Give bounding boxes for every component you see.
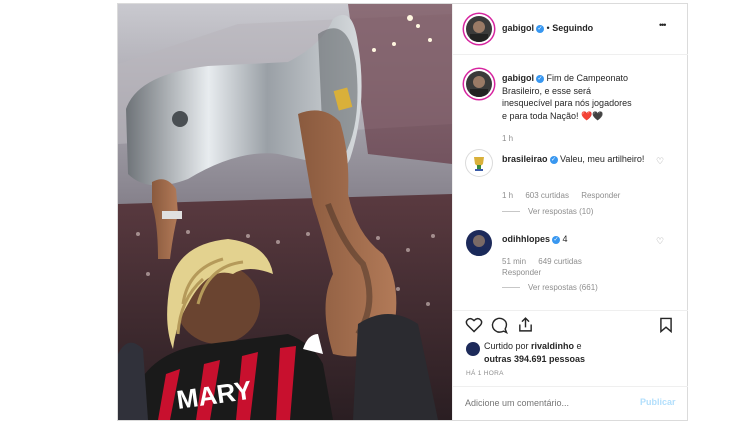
post-photo[interactable]: MARY [118, 4, 452, 420]
comment-2-reply-button[interactable]: Responder [502, 268, 541, 277]
verified-badge-icon: ✓ [536, 74, 544, 83]
instagram-post: MARY gabigol ✓ • Seguindo ••• gabigol ✓ F [117, 3, 688, 421]
more-options-icon[interactable]: ••• [659, 20, 667, 30]
divider-line [502, 211, 520, 213]
post-header: gabigol ✓ • Seguindo ••• [453, 4, 688, 55]
comment-2-likes[interactable]: 649 curtidas [538, 257, 582, 266]
comment-2-username[interactable]: odihhlopes [502, 234, 550, 244]
likes-summary[interactable]: Curtido por rivaldinho e outras 394.691 … [484, 340, 585, 365]
verified-badge-icon: ✓ [549, 155, 558, 164]
post-actions-bar [453, 310, 688, 339]
save-bookmark-icon[interactable] [659, 317, 673, 333]
liker-avatar[interactable] [466, 342, 480, 356]
post-timestamp[interactable]: HÁ 1 HORA [466, 370, 504, 377]
comment-1-meta: 1 h 603 curtidas Responder [502, 191, 620, 200]
comment-1-like-icon[interactable]: ♡ [656, 156, 664, 167]
header-separator: • [546, 23, 550, 33]
following-button[interactable]: Seguindo [552, 23, 593, 33]
brasileirao-avatar[interactable] [466, 150, 492, 176]
comment-input[interactable] [465, 396, 625, 410]
comment-2-time[interactable]: 51 min [502, 257, 526, 266]
comment-2-view-replies[interactable]: Ver respostas (661) [502, 283, 598, 292]
likes-prefix: Curtido por [484, 341, 532, 351]
trophy-celebration-image: MARY [118, 4, 452, 420]
comment-2-view-replies-label: Ver respostas (661) [528, 283, 598, 292]
caption: gabigol ✓ Fim de Campeonato Brasileiro, e… [502, 72, 632, 122]
likes-suffix: e [574, 341, 582, 351]
share-icon[interactable] [517, 316, 534, 333]
like-heart-icon[interactable] [465, 317, 483, 333]
comment-2-like-icon[interactable]: ♡ [656, 236, 664, 247]
caption-username[interactable]: gabigol [502, 73, 534, 83]
comment-2: odihhlopes ✓ 4 [502, 233, 568, 246]
comment-1-likes[interactable]: 603 curtidas [525, 191, 569, 200]
odihhlopes-avatar[interactable] [466, 230, 492, 256]
comment-1-time[interactable]: 1 h [502, 191, 513, 200]
header-username[interactable]: gabigol [502, 23, 534, 33]
comment-2-text: 4 [562, 234, 568, 244]
header-user-line: gabigol ✓ • Seguindo [502, 23, 593, 33]
comment-bubble-icon[interactable] [491, 317, 508, 334]
caption-time[interactable]: 1 h [502, 134, 513, 143]
verified-badge-icon: ✓ [536, 24, 544, 33]
verified-badge-icon: ✓ [552, 235, 560, 244]
post-sidebar: gabigol ✓ • Seguindo ••• gabigol ✓ Fim de … [452, 4, 688, 420]
divider-line [502, 287, 520, 289]
comment-2-meta: 51 min 649 curtidas [502, 257, 582, 266]
author-avatar[interactable] [466, 16, 492, 42]
comment-input-bar: Publicar [453, 386, 688, 421]
caption-avatar[interactable] [466, 71, 492, 97]
comment-1: brasileirao ✓ Valeu, meu artilheiro! [502, 153, 652, 166]
comment-1-text: Valeu, meu artilheiro! [560, 154, 645, 164]
comment-1-reply-button[interactable]: Responder [581, 191, 620, 200]
comment-1-view-replies[interactable]: Ver respostas (10) [502, 207, 593, 216]
likes-others[interactable]: outras 394.691 pessoas [484, 354, 585, 364]
comment-1-username[interactable]: brasileirao [502, 154, 548, 164]
publish-button[interactable]: Publicar [640, 397, 676, 407]
likes-user[interactable]: rivaldinho [531, 341, 574, 351]
comment-1-view-replies-label: Ver respostas (10) [528, 207, 594, 216]
